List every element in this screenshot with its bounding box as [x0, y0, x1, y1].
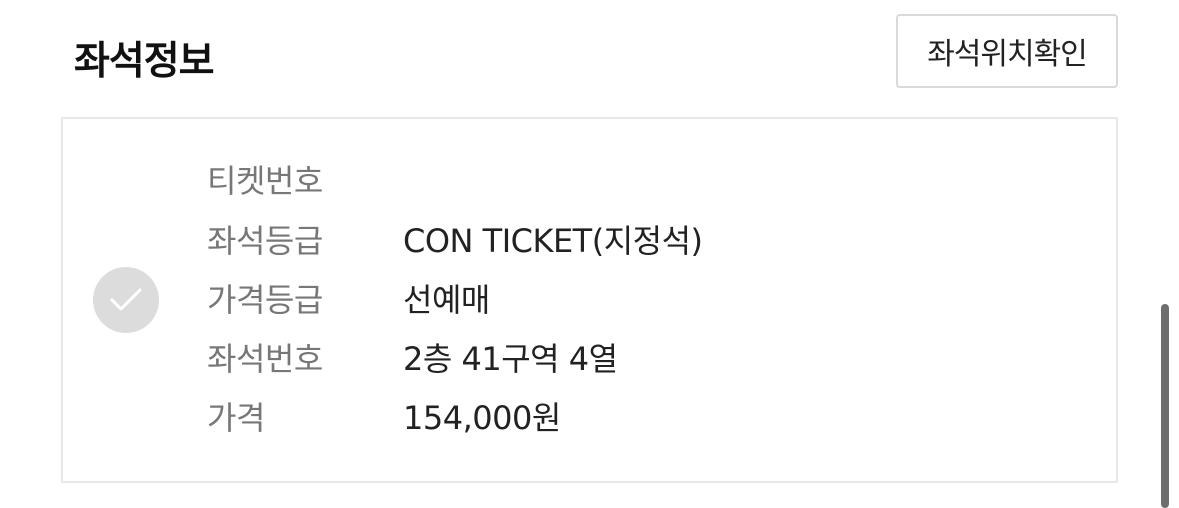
seat-number-row: 좌석번호 2층 41구역 4열 [207, 332, 618, 382]
price-row: 가격 154,000원 [207, 391, 561, 441]
scrollbar-thumb[interactable] [1161, 304, 1169, 508]
price-value: 154,000원 [403, 399, 561, 437]
seat-info-page: 좌석정보 좌석위치확인 티켓번호 좌석등급 CON TICKET(지정석) 가격… [0, 0, 1179, 508]
seat-number-value: 2층 41구역 4열 [403, 340, 618, 378]
select-check-button[interactable] [93, 267, 159, 333]
seat-grade-value: CON TICKET(지정석) [403, 222, 703, 260]
ticket-number-label: 티켓번호 [207, 162, 323, 200]
price-grade-row: 가격등급 선예매 [207, 273, 490, 323]
price-grade-label: 가격등급 [207, 281, 323, 319]
price-label: 가격 [207, 399, 265, 437]
seat-location-button[interactable]: 좌석위치확인 [896, 14, 1118, 88]
ticket-number-row: 티켓번호 [207, 154, 403, 204]
price-grade-value: 선예매 [403, 281, 490, 319]
section-title: 좌석정보 [74, 39, 215, 84]
check-icon [110, 288, 142, 311]
seat-grade-row: 좌석등급 CON TICKET(지정석) [207, 214, 703, 264]
seat-number-label: 좌석번호 [207, 340, 323, 378]
seat-grade-label: 좌석등급 [207, 222, 323, 260]
